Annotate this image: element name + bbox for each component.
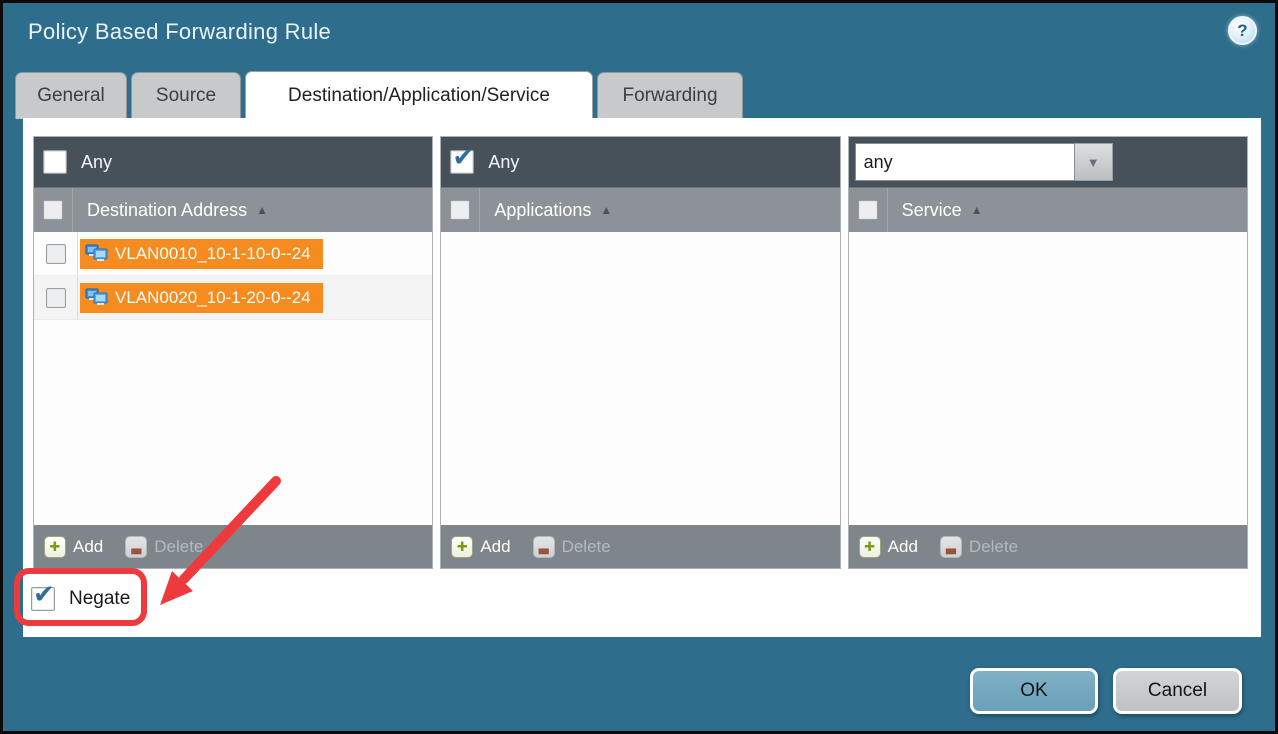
applications-column-label: Applications (494, 200, 591, 221)
applications-delete-button[interactable]: ▃ Delete (533, 536, 611, 558)
row-checkbox-cell (34, 232, 78, 275)
service-delete-button[interactable]: ▃ Delete (940, 536, 1018, 558)
tab-general[interactable]: General (15, 72, 127, 119)
address-object-label: VLAN0010_10-1-10-0--24 (115, 244, 311, 264)
delete-label: Delete (562, 537, 611, 557)
destination-footer: ✚ Add ▃ Delete (34, 525, 432, 568)
service-panel: ▼ Service ▲ ✚ Add ▃ D (848, 136, 1248, 569)
minus-icon: ▃ (940, 536, 962, 558)
destination-address-panel: Any Destination Address ▲ (33, 136, 433, 569)
tab-content-surface: Any Destination Address ▲ (23, 118, 1261, 637)
destination-list: VLAN0010_10-1-10-0--24 (34, 232, 432, 525)
network-address-icon (85, 244, 108, 264)
plus-icon: ✚ (859, 536, 881, 558)
tab-label: Destination/Application/Service (288, 85, 550, 107)
column-divider (479, 188, 480, 232)
destination-select-all-checkbox[interactable] (43, 200, 63, 220)
tab-bar: General Source Destination/Application/S… (15, 71, 743, 119)
destination-delete-button[interactable]: ▃ Delete (125, 536, 203, 558)
tab-label: Forwarding (622, 85, 717, 107)
pbf-rule-dialog: Policy Based Forwarding Rule ? General S… (0, 0, 1278, 734)
service-column-header[interactable]: Service ▲ (849, 187, 1247, 232)
network-address-icon (85, 288, 108, 308)
address-object-vlan0020[interactable]: VLAN0020_10-1-20-0--24 (80, 283, 323, 313)
negate-label: Negate (69, 588, 130, 610)
panel-container: Any Destination Address ▲ (33, 136, 1248, 569)
service-footer: ✚ Add ▃ Delete (849, 525, 1247, 568)
add-label: Add (480, 537, 510, 557)
sort-asc-icon: ▲ (600, 203, 612, 217)
applications-any-label: Any (488, 152, 519, 173)
applications-footer: ✚ Add ▃ Delete (441, 525, 839, 568)
destination-column-header[interactable]: Destination Address ▲ (34, 187, 432, 232)
applications-select-all-checkbox[interactable] (450, 200, 470, 220)
destination-any-row: Any (34, 137, 432, 187)
sort-asc-icon: ▲ (256, 203, 268, 217)
add-label: Add (73, 537, 103, 557)
sort-asc-icon: ▲ (971, 203, 983, 217)
service-select-all-checkbox[interactable] (858, 200, 878, 220)
service-dropdown-row: ▼ (849, 137, 1247, 187)
address-object-vlan0010[interactable]: VLAN0010_10-1-10-0--24 (80, 239, 323, 269)
applications-panel: ✔ Any Applications ▲ ✚ Add (440, 136, 840, 569)
minus-icon: ▃ (533, 536, 555, 558)
cancel-button-label: Cancel (1148, 680, 1207, 702)
table-row: VLAN0010_10-1-10-0--24 (34, 232, 432, 276)
column-divider (72, 188, 73, 232)
column-divider (887, 188, 888, 232)
cancel-button[interactable]: Cancel (1113, 668, 1242, 714)
check-icon: ✔ (452, 144, 474, 170)
dialog-title: Policy Based Forwarding Rule (28, 19, 331, 45)
destination-add-button[interactable]: ✚ Add (44, 536, 103, 558)
applications-any-checkbox[interactable]: ✔ (450, 150, 474, 174)
applications-list (441, 232, 839, 525)
tab-source[interactable]: Source (131, 72, 241, 119)
service-add-button[interactable]: ✚ Add (859, 536, 918, 558)
tab-label: Source (156, 85, 216, 107)
row-checkbox-cell (34, 276, 78, 319)
row-checkbox[interactable] (46, 288, 66, 308)
service-dropdown-input[interactable] (855, 143, 1075, 181)
question-mark-glyph: ? (1237, 21, 1247, 41)
ok-button[interactable]: OK (970, 668, 1098, 714)
destination-any-label: Any (81, 152, 112, 173)
delete-label: Delete (969, 537, 1018, 557)
row-checkbox[interactable] (46, 244, 66, 264)
plus-icon: ✚ (451, 536, 473, 558)
plus-icon: ✚ (44, 536, 66, 558)
applications-any-row: ✔ Any (441, 137, 839, 187)
tab-label: General (37, 85, 105, 107)
delete-label: Delete (154, 537, 203, 557)
service-column-label: Service (902, 200, 962, 221)
applications-add-button[interactable]: ✚ Add (451, 536, 510, 558)
tab-destination-application-service[interactable]: Destination/Application/Service (245, 71, 593, 119)
negate-checkbox[interactable]: ✔ (31, 587, 55, 611)
service-dropdown[interactable]: ▼ (855, 143, 1113, 181)
applications-column-header[interactable]: Applications ▲ (441, 187, 839, 232)
service-list (849, 232, 1247, 525)
destination-any-checkbox[interactable] (43, 150, 67, 174)
tab-forwarding[interactable]: Forwarding (597, 72, 743, 119)
minus-icon: ▃ (125, 536, 147, 558)
address-object-label: VLAN0020_10-1-20-0--24 (115, 288, 311, 308)
add-label: Add (888, 537, 918, 557)
table-row: VLAN0020_10-1-20-0--24 (34, 276, 432, 320)
chevron-down-icon[interactable]: ▼ (1075, 143, 1113, 181)
destination-column-label: Destination Address (87, 200, 247, 221)
help-icon[interactable]: ? (1228, 16, 1257, 45)
ok-button-label: OK (1020, 680, 1047, 702)
